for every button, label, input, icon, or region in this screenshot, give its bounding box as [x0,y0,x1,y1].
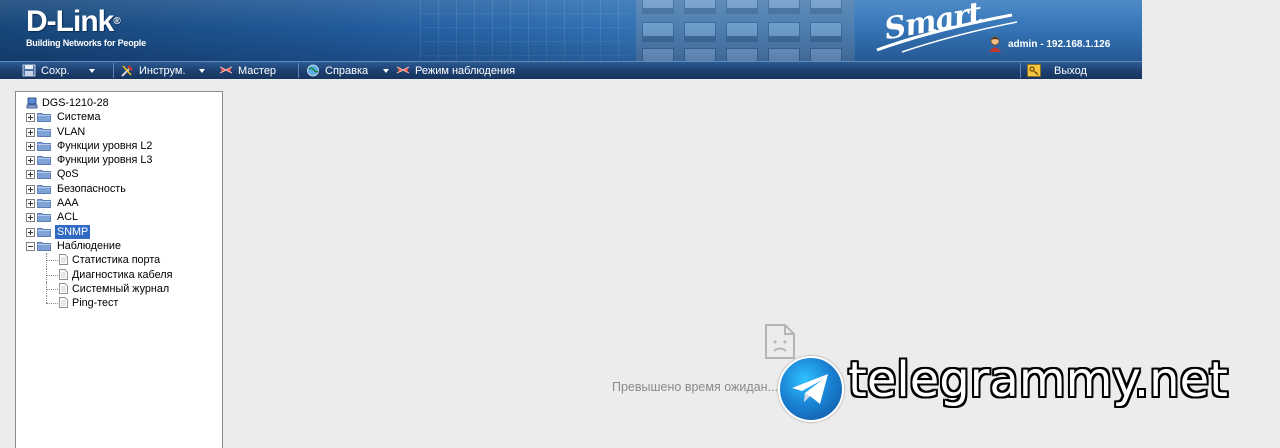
expand-toggle-icon[interactable] [26,141,35,151]
expand-toggle-icon[interactable] [26,127,35,137]
tree-folder-label: SNMP [55,224,91,239]
tree-leaf-label: Диагностика кабеля [72,268,173,281]
broken-page-icon [765,324,795,359]
chevron-down-icon [383,68,390,73]
paper-plane-icon [792,374,828,404]
user-avatar-icon [989,36,1001,52]
switch-device-icon [26,97,38,109]
help-globe-icon [307,64,319,77]
logo-text: D-Link [26,5,114,38]
save-menu[interactable]: Сохр. [22,62,95,79]
watermark-text: telegrammy.net [848,352,1228,408]
folder-icon [37,184,51,194]
tree-folder-label: Система [57,111,101,124]
help-menu-label: Справка [325,64,369,77]
expand-toggle-icon[interactable] [26,113,35,123]
header-banner: D-Link® Building Networks for People Sma… [0,0,1142,61]
tree-leaf-label: Системный журнал [72,282,170,295]
folder-icon [37,127,51,137]
tools-icon [121,65,133,77]
page-icon [59,283,68,294]
save-menu-label: Сохр. [41,64,70,77]
folder-icon [37,170,51,180]
expand-toggle-icon[interactable] [26,184,35,194]
tree-folder-label: Наблюдение [57,239,121,252]
tree-folder-label: AAA [57,197,79,210]
main-toolbar: Сохр. Инструм. Мастер Справка Режим набл… [0,61,1142,79]
chevron-down-icon [88,68,95,73]
chevron-down-icon [198,68,205,73]
folder-icon [37,142,51,151]
folder-icon [37,156,51,166]
tree-folder-label: Функции уровня L2 [57,139,153,152]
tree-folder-label: VLAN [57,125,86,138]
expand-toggle-icon[interactable] [26,199,35,209]
page-icon [59,297,68,309]
tree-root-label: DGS-1210-28 [42,97,109,109]
expand-toggle-icon[interactable] [26,213,35,223]
floppy-disk-icon [22,64,36,77]
tools-menu[interactable]: Инструм. [120,62,205,79]
wizard-icon [219,66,233,74]
monitor-mode-label: Режим наблюдения [415,64,516,77]
logo-tagline: Building Networks for People [26,38,146,48]
folder-icon [37,113,51,123]
logout-button[interactable]: Выход [1027,62,1087,79]
folder-icon [37,213,51,223]
monitor-mode-button[interactable]: Режим наблюдения [396,62,515,79]
folder-icon [37,199,51,208]
expand-toggle-icon[interactable] [26,227,35,237]
logo-registered-mark: ® [113,16,120,27]
collapse-toggle-icon[interactable] [26,241,35,251]
tree-leaf-label: Ping-тест [72,297,119,310]
folder-icon [37,242,51,251]
logout-label: Выход [1054,64,1087,77]
wizard-label: Мастер [238,64,277,77]
telegram-logo-icon [778,356,844,422]
tree-folder-label: Функции уровня L3 [57,154,153,167]
tools-menu-label: Инструм. [139,64,186,77]
dlink-logo: D-Link® Building Networks for People [26,5,146,49]
tree-folder-label: ACL [57,211,79,224]
expand-toggle-icon[interactable] [26,170,35,180]
help-menu[interactable]: Справка [306,62,390,79]
folder-icon [37,227,51,237]
navigation-tree-panel: DGS-1210-28 Система VLAN Функции уровня L2… [15,91,223,448]
user-info: admin - 192.168.1.126 [988,36,1110,52]
wizard-button[interactable]: Мастер [219,62,276,79]
monitor-mode-icon [396,66,410,74]
page-icon [59,254,68,266]
tree-folder-label: Безопасность [57,182,126,195]
logout-key-icon [1027,64,1041,77]
tree-folder-label: QoS [57,168,79,181]
tree-leaf-label: Статистика порта [72,254,161,267]
page-icon [59,268,68,280]
user-session-text: admin - 192.168.1.126 [1008,38,1111,50]
expand-toggle-icon[interactable] [26,156,35,166]
